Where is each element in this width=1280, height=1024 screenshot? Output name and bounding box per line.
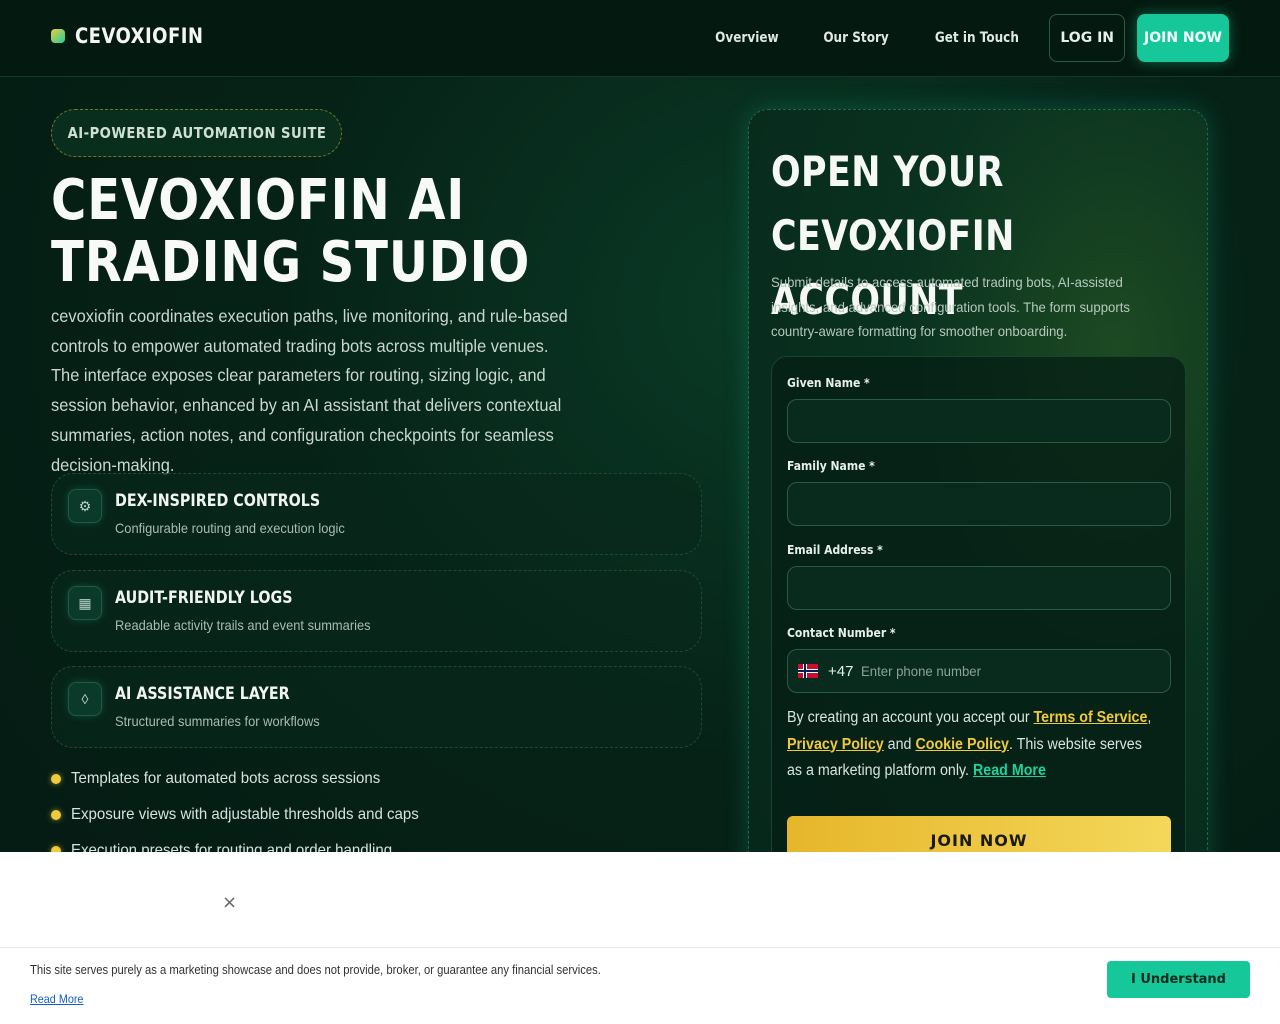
cookie-text: This site serves purely as a marketing s… <box>30 963 601 977</box>
cookie-policy-link[interactable]: Cookie Policy <box>915 736 1009 753</box>
hero-description: cevoxiofin coordinates execution paths, … <box>51 306 568 475</box>
log-icon: ▦ <box>68 586 102 620</box>
nav-our-story[interactable]: Our Story <box>823 30 888 46</box>
hero-title: CEVOXIOFIN AI TRADING STUDIO <box>51 168 531 295</box>
feature-card-logs: ▦ AUDIT-FRIENDLY LOGS Readable activity … <box>51 570 702 652</box>
phone-placeholder: Enter phone number <box>861 663 982 679</box>
close-icon[interactable]: × <box>222 892 237 913</box>
feature-title: DEX-INSPIRED CONTROLS <box>115 491 321 511</box>
feature-subtitle: Structured summaries for workflows <box>115 713 320 729</box>
nav-get-in-touch[interactable]: Get in Touch <box>934 30 1018 46</box>
feature-card-controls: ⚙ DEX-INSPIRED CONTROLS Configurable rou… <box>51 473 702 555</box>
phone-input[interactable]: +47 Enter phone number <box>787 649 1171 693</box>
nav-overview[interactable]: Overview <box>715 30 778 46</box>
terms-link[interactable]: Terms of Service <box>1034 709 1148 726</box>
given-name-label: Given Name * <box>787 376 870 390</box>
cookie-read-more-link[interactable]: Read More <box>30 992 83 1006</box>
bullet-dot-icon <box>51 774 61 784</box>
brand-logo[interactable]: CEVOXIOFIN <box>51 24 224 48</box>
email-input[interactable] <box>787 566 1171 610</box>
bullet-dot-icon <box>51 810 61 820</box>
list-item: Templates for automated bots across sess… <box>51 770 400 788</box>
cookie-banner: This site serves purely as a marketing s… <box>0 948 1280 1024</box>
feature-subtitle: Configurable routing and execution logic <box>115 520 345 536</box>
family-name-label: Family Name * <box>787 459 875 473</box>
understand-button[interactable]: I Understand <box>1107 961 1250 998</box>
brand-name: CEVOXIOFIN <box>75 24 204 48</box>
family-name-input[interactable] <box>787 482 1171 526</box>
signup-description: Submit details to access automated tradi… <box>771 274 1130 339</box>
privacy-link[interactable]: Privacy Policy <box>787 736 884 753</box>
hero-badge: AI-POWERED AUTOMATION SUITE <box>51 109 342 157</box>
feature-subtitle: Readable activity trails and event summa… <box>115 617 371 633</box>
diamond-icon: ◊ <box>68 682 102 716</box>
feature-card-ai: ◊ AI ASSISTANCE LAYER Structured summari… <box>51 666 702 748</box>
logo-icon <box>51 29 65 43</box>
terms-notice: By creating an account you accept our Te… <box>787 709 1152 779</box>
signup-card: OPEN YOUR CEVOXIOFIN ACCOUNT Submit deta… <box>748 109 1208 916</box>
read-more-link[interactable]: Read More <box>973 762 1046 779</box>
site-header: CEVOXIOFIN Overview Our Story Get in Tou… <box>0 0 1280 77</box>
phone-label: Contact Number * <box>787 626 896 640</box>
email-label: Email Address * <box>787 543 883 557</box>
feature-title: AUDIT-FRIENDLY LOGS <box>115 588 293 608</box>
overlay-panel: × <box>0 852 1280 948</box>
feature-title: AI ASSISTANCE LAYER <box>115 684 290 704</box>
login-button[interactable]: LOG IN <box>1049 14 1125 62</box>
sliders-icon: ⚙ <box>68 489 102 523</box>
list-item: Exposure views with adjustable threshold… <box>51 806 441 824</box>
signup-form: Given Name * Family Name * Email Address… <box>771 356 1186 916</box>
dial-code[interactable]: +47 <box>828 663 853 680</box>
given-name-input[interactable] <box>787 399 1171 443</box>
norway-flag-icon[interactable] <box>798 664 818 678</box>
join-now-header-button[interactable]: JOIN NOW <box>1137 14 1229 62</box>
main-nav: Overview Our Story Get in Touch LOG IN J… <box>676 14 1229 62</box>
